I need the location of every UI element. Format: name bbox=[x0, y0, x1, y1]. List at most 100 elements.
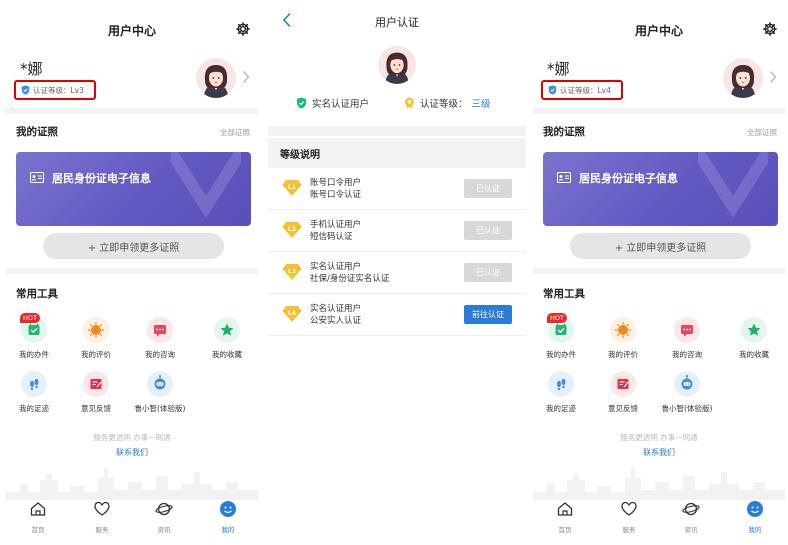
level-title: 实名认证用户 bbox=[310, 262, 362, 272]
hot-badge: HOT bbox=[547, 313, 567, 323]
contact-us-link[interactable]: 联系我们 bbox=[6, 447, 258, 458]
tab-service[interactable]: 服务 bbox=[609, 500, 649, 534]
gem-label: L2 bbox=[288, 226, 296, 233]
gear-icon[interactable] bbox=[763, 22, 777, 36]
header: 用户中心 bbox=[6, 0, 258, 52]
tab-home[interactable]: 首页 bbox=[545, 500, 585, 534]
tool-my-cases[interactable]: HOT 我的办件 bbox=[6, 313, 64, 360]
page-title: 用户中心 bbox=[634, 24, 683, 38]
tool-my-cases[interactable]: HOT 我的办件 bbox=[533, 313, 591, 360]
robot-icon bbox=[147, 371, 173, 397]
level-row-l3: L3 实名认证用户 社保/身份证实名认证 已认证 bbox=[268, 252, 526, 294]
heart-icon bbox=[621, 501, 637, 516]
avatar[interactable] bbox=[723, 58, 763, 98]
go-verify-button[interactable]: 前往认证 bbox=[464, 305, 512, 324]
level-gem-icon: L1 bbox=[282, 180, 302, 196]
tool-label: 我的收藏 bbox=[212, 350, 242, 359]
tool-my-reviews[interactable]: 我的评价 bbox=[593, 317, 653, 360]
tab-news[interactable]: 资讯 bbox=[144, 500, 184, 534]
tool-my-consult[interactable]: 我的咨询 bbox=[130, 317, 190, 360]
tab-mine[interactable]: 我的 bbox=[208, 500, 248, 534]
heart-icon bbox=[94, 501, 110, 516]
star-icon bbox=[214, 317, 240, 343]
level-method: 账号口令认证 bbox=[310, 190, 362, 200]
tool-robot-assistant[interactable]: 鲁小智(体验版) bbox=[657, 371, 717, 414]
tab-label: 我的 bbox=[221, 526, 235, 534]
tab-service[interactable]: 服务 bbox=[82, 500, 122, 534]
card-decoration-icon bbox=[171, 152, 241, 219]
auth-level-prefix: 认证等级： bbox=[420, 99, 468, 110]
divider bbox=[533, 108, 785, 114]
id-card-banner[interactable]: 居民身份证电子信息 bbox=[16, 152, 251, 226]
username: *娜 bbox=[20, 60, 43, 78]
star-icon bbox=[741, 317, 767, 343]
tool-my-consult[interactable]: 我的咨询 bbox=[657, 317, 717, 360]
tool-my-footprint[interactable]: 我的足迹 bbox=[6, 371, 64, 414]
level-desc-header: 等级说明 bbox=[268, 138, 526, 168]
chevron-right-icon[interactable] bbox=[242, 70, 250, 84]
common-tools-title: 常用工具 bbox=[16, 288, 58, 300]
tool-label: 我的咨询 bbox=[145, 350, 175, 359]
auth-summary: 实名认证用户 认证等级： 三级 bbox=[268, 96, 526, 112]
tool-feedback[interactable]: 意见反馈 bbox=[593, 371, 653, 414]
tool-label: 我的评价 bbox=[81, 350, 111, 359]
auth-level-badge[interactable]: 认证等级：Lv3 bbox=[14, 80, 96, 100]
thumbs-up-icon bbox=[83, 317, 109, 343]
tab-label: 首页 bbox=[558, 526, 572, 534]
level-title: 手机认证用户 bbox=[310, 220, 362, 230]
tab-home[interactable]: 首页 bbox=[18, 500, 58, 534]
level-row-l4: L4 实名认证用户 公安实人认证 前往认证 bbox=[268, 294, 526, 336]
auth-level-text: 认证等级：Lv3 bbox=[33, 85, 84, 95]
divider bbox=[268, 126, 526, 136]
tab-label: 资讯 bbox=[157, 526, 171, 534]
shield-icon bbox=[548, 85, 557, 95]
tool-my-favorites[interactable]: 我的收藏 bbox=[197, 317, 257, 360]
tool-label: 我的评价 bbox=[608, 350, 638, 359]
tool-my-footprint[interactable]: 我的足迹 bbox=[533, 371, 591, 414]
auth-level-text: 认证等级：Lv4 bbox=[560, 85, 611, 95]
avatar-illustration-icon bbox=[723, 58, 763, 98]
tab-label: 服务 bbox=[622, 526, 636, 534]
card-decoration-icon bbox=[698, 152, 768, 219]
level-title: 账号口令用户 bbox=[310, 178, 362, 188]
divider bbox=[533, 268, 785, 274]
shield-icon bbox=[21, 85, 30, 95]
chevron-right-icon[interactable] bbox=[769, 70, 777, 84]
avatar[interactable] bbox=[196, 58, 236, 98]
auth-level-badge[interactable]: 认证等级：Lv4 bbox=[541, 80, 623, 100]
slogan: 服务更透明 办事一网通 bbox=[620, 433, 698, 442]
tool-my-favorites[interactable]: 我的收藏 bbox=[724, 317, 784, 360]
apply-more-certs-button[interactable]: + 立即申领更多证照 bbox=[570, 233, 751, 259]
gem-label: L1 bbox=[288, 184, 296, 191]
chat-bubble-icon bbox=[674, 317, 700, 343]
tab-news[interactable]: 资讯 bbox=[671, 500, 711, 534]
gem-label: L4 bbox=[288, 310, 296, 317]
tool-label: 我的足迹 bbox=[546, 404, 576, 413]
user-auth-panel: 用户认证 实名认证用户 认证等级： 三级 等级说明 L1 账号口令用户 账号口令… bbox=[268, 0, 526, 545]
all-certs-link[interactable]: 全部证照 bbox=[747, 127, 777, 138]
tab-mine[interactable]: 我的 bbox=[735, 500, 775, 534]
level-method: 公安实人认证 bbox=[310, 316, 362, 326]
id-card-icon bbox=[557, 172, 571, 183]
level-gem-icon: L2 bbox=[282, 222, 302, 238]
tool-robot-assistant[interactable]: 鲁小智(体验版) bbox=[130, 371, 190, 414]
apply-more-certs-button[interactable]: + 立即申领更多证照 bbox=[43, 233, 224, 259]
green-shield-icon bbox=[297, 97, 306, 109]
auth-level-status: 认证等级： 三级 bbox=[404, 96, 491, 110]
tool-label: 我的办件 bbox=[546, 350, 576, 359]
id-card-text: 居民身份证电子信息 bbox=[52, 172, 151, 185]
tool-label: 鲁小智(体验版) bbox=[661, 404, 713, 413]
robot-icon bbox=[674, 371, 700, 397]
planet-icon bbox=[682, 502, 700, 516]
tab-label: 我的 bbox=[748, 526, 762, 534]
tool-feedback[interactable]: 意见反馈 bbox=[66, 371, 126, 414]
level-desc-title: 等级说明 bbox=[280, 150, 320, 161]
id-card-text: 居民身份证电子信息 bbox=[579, 172, 678, 185]
contact-us-link[interactable]: 联系我们 bbox=[533, 447, 785, 458]
tool-my-reviews[interactable]: 我的评价 bbox=[66, 317, 126, 360]
all-certs-link[interactable]: 全部证照 bbox=[220, 127, 250, 138]
tab-label: 首页 bbox=[31, 526, 45, 534]
tool-label: 我的足迹 bbox=[19, 404, 49, 413]
gear-icon[interactable] bbox=[236, 22, 250, 36]
id-card-banner[interactable]: 居民身份证电子信息 bbox=[543, 152, 778, 226]
